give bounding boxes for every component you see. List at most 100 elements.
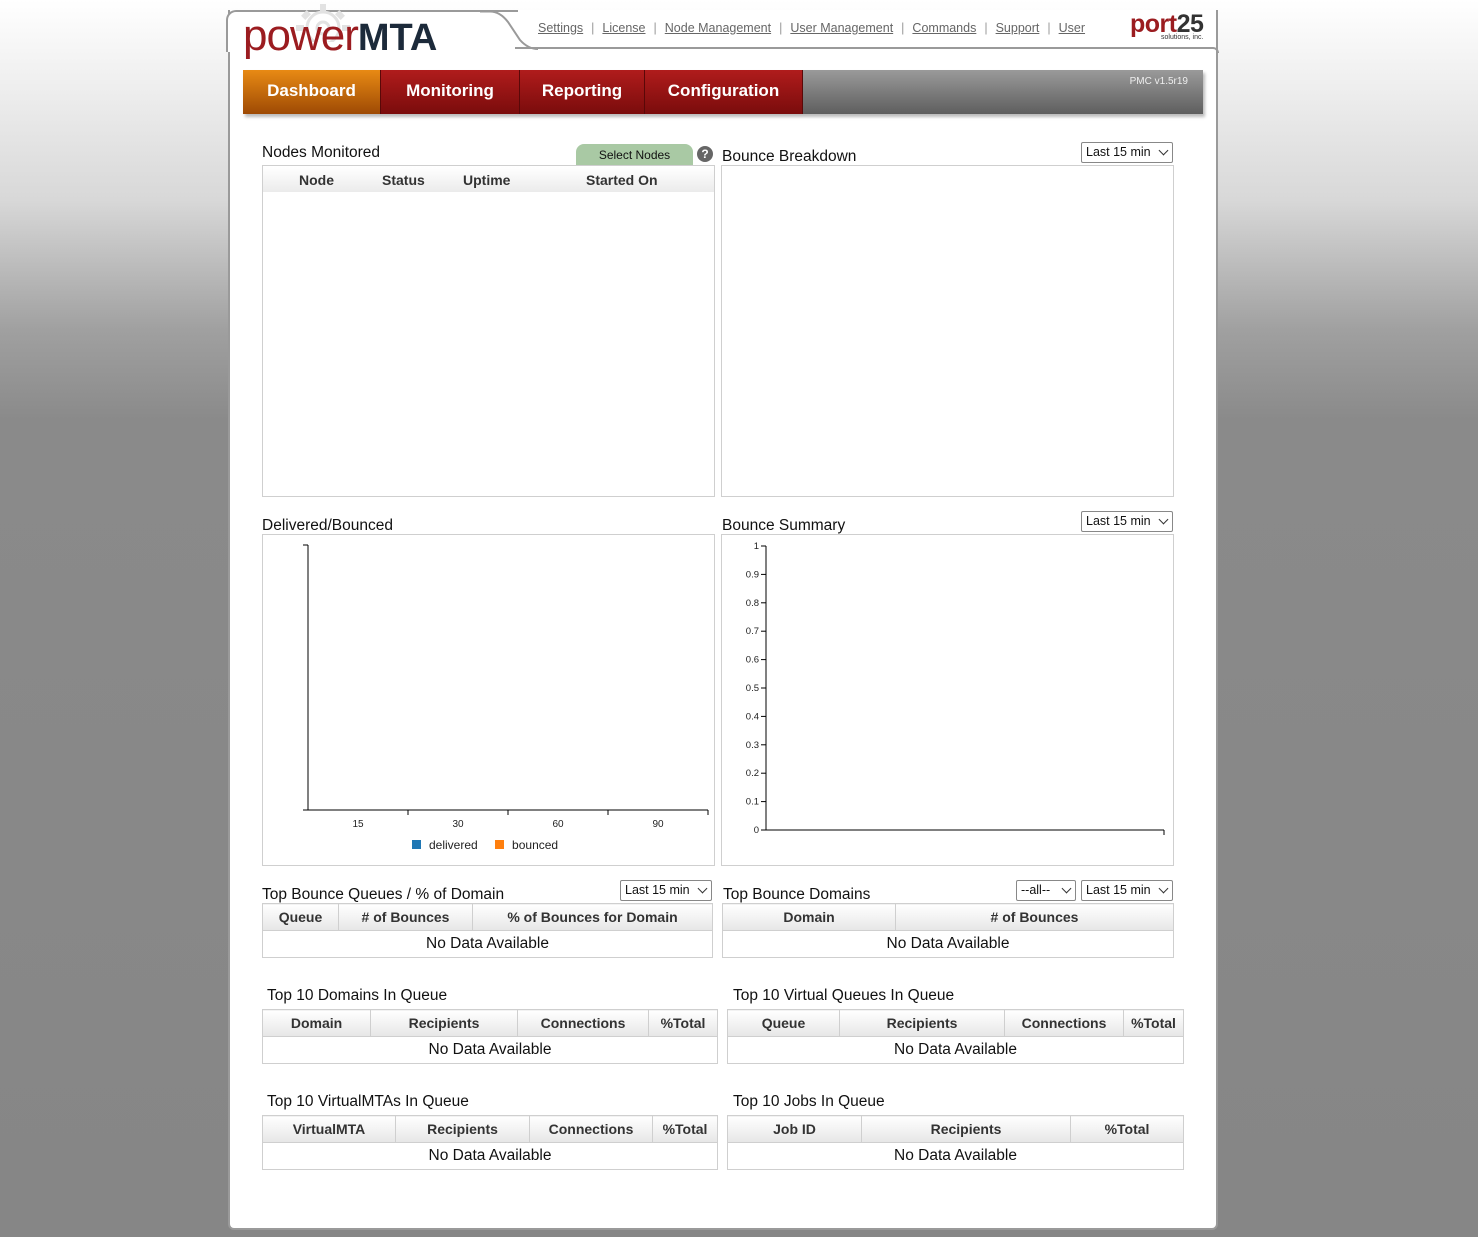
empty-row: No Data Available <box>262 1142 718 1170</box>
col-recipients[interactable]: Recipients <box>839 1009 1005 1037</box>
legend-swatch-delivered <box>412 840 421 849</box>
y-tick-label: 1 <box>754 541 759 552</box>
bounce-summary-title: Bounce Summary <box>722 517 846 534</box>
empty-row: No Data Available <box>262 930 713 958</box>
y-tick-label: 0.4 <box>746 711 759 722</box>
bounce-breakdown-range-select[interactable]: Last 15 min <box>1081 142 1173 163</box>
user-management-link[interactable]: User Management <box>782 21 901 35</box>
tab-reporting[interactable]: Reporting <box>520 70 645 114</box>
bounce-domain-filter-value: --all-- <box>1021 883 1051 897</box>
tab-configuration[interactable]: Configuration <box>645 70 803 114</box>
top-vmtas-queue-title: Top 10 VirtualMTAs In Queue <box>267 1093 469 1110</box>
col-total[interactable]: %Total <box>1070 1115 1184 1143</box>
chevron-down-icon <box>1158 514 1169 525</box>
col-queue[interactable]: Queue <box>727 1009 840 1037</box>
col-bounces[interactable]: # of Bounces <box>895 903 1174 931</box>
empty-row: No Data Available <box>722 930 1174 958</box>
top-jobs-queue-table: Job ID Recipients %Total No Data Availab… <box>727 1115 1184 1170</box>
legend-bounced[interactable]: bounced <box>512 838 558 852</box>
logo-power: power <box>243 11 359 60</box>
bounce-breakdown-range-value: Last 15 min <box>1086 145 1151 159</box>
settings-link[interactable]: Settings <box>530 21 591 35</box>
col-total[interactable]: %Total <box>1123 1009 1184 1037</box>
delivered-bounced-chart: 15 30 60 90 <box>303 544 709 830</box>
bounce-breakdown-title: Bounce Breakdown <box>722 148 857 165</box>
top-bounce-queues-range-value: Last 15 min <box>625 883 690 897</box>
tab-monitoring[interactable]: Monitoring <box>381 70 520 114</box>
top-bounce-queues-title: Top Bounce Queues / % of Domain <box>262 886 505 903</box>
col-uptime[interactable]: Uptime <box>463 172 510 188</box>
y-tick-label: 0.8 <box>746 598 759 609</box>
top-domains-queue-title: Top 10 Domains In Queue <box>267 987 448 1004</box>
x-tick-label: 90 <box>652 819 664 830</box>
bounce-summary-chart: 0 0.1 0.2 0.3 0.4 0.5 0.6 0.7 0.8 0.9 1 <box>746 541 1165 836</box>
y-tick-label: 0.2 <box>746 768 759 779</box>
top-bounce-queues-range-select[interactable]: Last 15 min <box>620 880 712 901</box>
chevron-down-icon <box>697 883 708 894</box>
logo-mta: MTA <box>357 17 438 59</box>
col-connections[interactable]: Connections <box>529 1115 653 1143</box>
commands-link[interactable]: Commands <box>904 21 984 35</box>
chevron-down-icon <box>1158 145 1169 156</box>
version-label: PMC v1.5r19 <box>1129 76 1188 87</box>
top-bounce-domains-range-select[interactable]: Last 15 min <box>1081 880 1173 901</box>
x-tick-label: 30 <box>452 819 464 830</box>
top-links: Settings | License | Node Management | User Ma… <box>530 21 1093 35</box>
help-icon[interactable]: ? <box>697 146 713 162</box>
bounce-domain-filter-select[interactable]: --all-- <box>1016 880 1076 901</box>
powermta-logo[interactable]: powerMTA <box>243 14 437 58</box>
y-tick-label: 0.6 <box>746 655 759 666</box>
col-recipients[interactable]: Recipients <box>861 1115 1071 1143</box>
select-nodes-button[interactable]: Select Nodes <box>576 144 693 166</box>
top-vqueues-queue-title: Top 10 Virtual Queues In Queue <box>733 987 955 1004</box>
support-link[interactable]: Support <box>988 21 1048 35</box>
top-bounce-domains-range-value: Last 15 min <box>1086 883 1151 897</box>
col-status[interactable]: Status <box>382 172 425 188</box>
col-started-on[interactable]: Started On <box>586 172 658 188</box>
y-tick-label: 0.7 <box>746 626 759 637</box>
bounce-summary-range-select[interactable]: Last 15 min <box>1081 511 1173 532</box>
x-tick-label: 60 <box>552 819 564 830</box>
main-nav: Dashboard Monitoring Reporting Configura… <box>243 70 1203 114</box>
chevron-down-icon <box>1061 883 1072 894</box>
col-queue[interactable]: Queue <box>262 903 339 931</box>
col-domain[interactable]: Domain <box>722 903 896 931</box>
col-connections[interactable]: Connections <box>517 1009 649 1037</box>
x-tick-label: 15 <box>352 819 364 830</box>
frame-top-right <box>515 47 1219 53</box>
legend-delivered[interactable]: delivered <box>429 838 478 852</box>
col-domain[interactable]: Domain <box>262 1009 371 1037</box>
y-tick-label: 0.5 <box>746 683 759 694</box>
top-jobs-queue-title: Top 10 Jobs In Queue <box>733 1093 885 1110</box>
col-job-id[interactable]: Job ID <box>727 1115 862 1143</box>
col-bounces[interactable]: # of Bounces <box>338 903 473 931</box>
chart-legend: delivered bounced <box>412 838 558 852</box>
y-tick-label: 0.9 <box>746 569 759 580</box>
bounce-breakdown-panel <box>721 165 1174 497</box>
col-total[interactable]: %Total <box>648 1009 718 1037</box>
empty-row: No Data Available <box>727 1142 1184 1170</box>
tab-dashboard[interactable]: Dashboard <box>243 70 381 114</box>
top-bounce-domains-table: Domain # of Bounces No Data Available <box>722 903 1174 958</box>
y-tick-label: 0 <box>754 825 759 836</box>
top-bounce-domains-title: Top Bounce Domains <box>723 886 871 903</box>
bounce-summary-range-value: Last 15 min <box>1086 514 1151 528</box>
license-link[interactable]: License <box>594 21 653 35</box>
nodes-monitored-title: Nodes Monitored <box>262 144 381 161</box>
col-virtualmta[interactable]: VirtualMTA <box>262 1115 396 1143</box>
top-domains-queue-table: Domain Recipients Connections %Total No … <box>262 1009 718 1064</box>
col-recipients[interactable]: Recipients <box>370 1009 518 1037</box>
top-vmtas-queue-table: VirtualMTA Recipients Connections %Total… <box>262 1115 718 1170</box>
col-connections[interactable]: Connections <box>1004 1009 1124 1037</box>
node-management-link[interactable]: Node Management <box>657 21 779 35</box>
delivered-bounced-title: Delivered/Bounced <box>262 517 393 534</box>
col-total[interactable]: %Total <box>652 1115 718 1143</box>
port25-logo: port25 solutions, inc. <box>1130 12 1204 42</box>
user-link[interactable]: User <box>1051 21 1093 35</box>
y-tick-label: 0.3 <box>746 740 759 751</box>
nodes-table-header: Node Status Uptime Started On <box>263 167 714 192</box>
col-node[interactable]: Node <box>299 172 334 188</box>
col-bounce-pct[interactable]: % of Bounces for Domain <box>472 903 713 931</box>
col-recipients[interactable]: Recipients <box>395 1115 530 1143</box>
chevron-down-icon <box>1158 883 1169 894</box>
